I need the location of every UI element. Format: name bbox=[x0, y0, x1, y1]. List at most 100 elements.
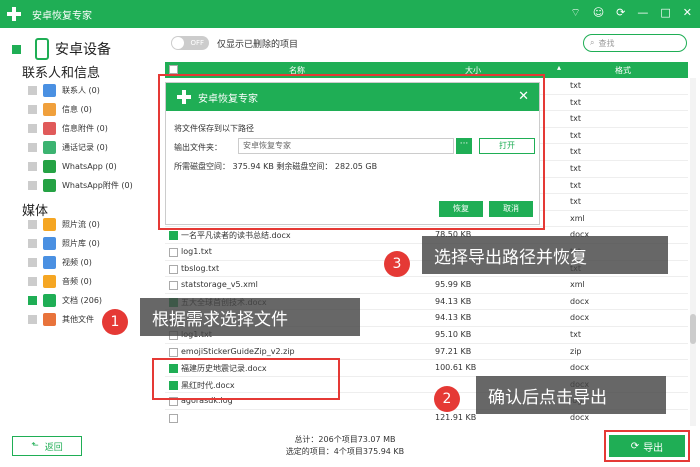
sidebar-item-label: 信息附件 (0) bbox=[62, 124, 108, 133]
window-controls: ⌔ ☺ ⟳ — □ ✕ bbox=[570, 6, 692, 20]
sidebar-item-checkbox[interactable] bbox=[28, 296, 37, 305]
close-icon[interactable]: ✕ bbox=[683, 6, 692, 20]
category-icon bbox=[43, 122, 56, 135]
sidebar-item-label: 照片流 (0) bbox=[62, 220, 100, 229]
sidebar-item[interactable]: 通话记录 (0) bbox=[28, 141, 108, 154]
back-button[interactable]: ⬑ 返回 bbox=[12, 436, 82, 456]
sidebar-item-checkbox[interactable] bbox=[28, 124, 37, 133]
scrollbar[interactable] bbox=[690, 78, 696, 426]
wifi-icon[interactable]: ⌔ bbox=[570, 6, 580, 20]
row-checkbox[interactable] bbox=[169, 347, 178, 357]
deleted-only-toggle[interactable]: OFF bbox=[171, 36, 209, 50]
export-label: 导出 bbox=[643, 442, 664, 454]
file-size: 94.13 KB bbox=[435, 313, 472, 323]
sidebar-item[interactable]: 音频 (0) bbox=[28, 275, 92, 288]
title-bar: 安卓恢复专家 ⌔ ☺ ⟳ — □ ✕ bbox=[0, 0, 700, 28]
sidebar-item[interactable]: 其他文件 bbox=[28, 313, 94, 326]
dialog-close-icon[interactable]: ✕ bbox=[518, 89, 529, 104]
category-icon bbox=[43, 256, 56, 269]
file-format: txt bbox=[570, 130, 582, 140]
table-row[interactable]: statstorage_v5.xml 95.99 KB xml bbox=[165, 277, 688, 294]
restore-button[interactable]: 恢复 bbox=[439, 201, 483, 217]
step-2-badge: 2 bbox=[434, 386, 460, 412]
sidebar-item[interactable]: WhatsApp附件 (0) bbox=[28, 179, 133, 192]
section-contacts-messages: 联系人和信息 bbox=[22, 66, 101, 81]
file-format: xml bbox=[570, 213, 585, 223]
step-1-badge: 1 bbox=[102, 309, 128, 335]
file-format: txt bbox=[570, 81, 582, 90]
sidebar-item[interactable]: 信息附件 (0) bbox=[28, 122, 108, 135]
app-logo-icon bbox=[6, 6, 22, 22]
sidebar-item[interactable]: 照片库 (0) bbox=[28, 237, 100, 250]
file-format: txt bbox=[570, 197, 582, 207]
sidebar-item[interactable]: 照片流 (0) bbox=[28, 218, 100, 231]
sidebar-item-label: 联系人 (0) bbox=[62, 86, 100, 95]
export-button[interactable]: ⟳ 导出 bbox=[609, 435, 685, 457]
device-item[interactable]: 安卓设备 bbox=[12, 38, 111, 60]
chat-icon[interactable]: ☺ bbox=[593, 6, 604, 20]
row-checkbox[interactable] bbox=[169, 414, 178, 423]
file-format: docx bbox=[570, 296, 590, 306]
row-checkbox[interactable] bbox=[169, 248, 178, 257]
callout-2: 确认后点击导出 bbox=[476, 376, 666, 414]
file-format: txt bbox=[570, 147, 582, 157]
dialog-prompt: 将文件保存到以下路径 bbox=[174, 124, 254, 133]
callout-1-text: 根据需求选择文件 bbox=[152, 309, 288, 330]
dialog-logo-icon bbox=[176, 89, 192, 105]
file-size: 94.13 KB bbox=[435, 296, 472, 306]
output-path-field[interactable]: 安卓恢复专家 bbox=[238, 138, 454, 154]
file-format: zip bbox=[570, 346, 582, 356]
callout-1: 根据需求选择文件 bbox=[140, 298, 360, 336]
sidebar-item-checkbox[interactable] bbox=[28, 239, 37, 248]
open-folder-button[interactable]: 打开 bbox=[479, 138, 535, 154]
sidebar-item-checkbox[interactable] bbox=[28, 258, 37, 267]
sidebar-item[interactable]: WhatsApp (0) bbox=[28, 160, 117, 173]
section-media: 媒体 bbox=[22, 204, 49, 219]
file-format: docx bbox=[570, 413, 590, 422]
output-folder-label: 输出文件夹： bbox=[174, 143, 222, 152]
sidebar-item-checkbox[interactable] bbox=[28, 86, 37, 95]
column-format-header[interactable]: 格式 bbox=[615, 65, 631, 76]
file-format: txt bbox=[570, 180, 582, 190]
select-all-checkbox[interactable] bbox=[169, 65, 178, 74]
maximize-icon[interactable]: □ bbox=[660, 6, 670, 20]
sidebar-item-checkbox[interactable] bbox=[28, 105, 37, 114]
category-icon bbox=[43, 84, 56, 97]
file-format: xml bbox=[570, 280, 585, 290]
search-input[interactable]: ⌕ 查找 bbox=[583, 34, 687, 52]
scrollbar-thumb[interactable] bbox=[690, 314, 696, 344]
sidebar-item-checkbox[interactable] bbox=[28, 181, 37, 190]
sidebar-item[interactable]: 信息 (0) bbox=[28, 103, 92, 116]
output-path-value: 安卓恢复专家 bbox=[243, 141, 291, 150]
file-format: docx bbox=[570, 363, 590, 373]
browse-button[interactable]: ··· bbox=[456, 138, 472, 154]
minimize-icon[interactable]: — bbox=[637, 6, 648, 20]
sidebar-item-checkbox[interactable] bbox=[28, 315, 37, 324]
dialog-title: 安卓恢复专家 bbox=[198, 93, 258, 105]
callout-3-text: 选择导出路径并恢复 bbox=[434, 247, 587, 268]
step-3-badge: 3 bbox=[384, 251, 410, 277]
file-size: 97.21 KB bbox=[435, 346, 472, 356]
file-name: log1.txt bbox=[181, 247, 212, 256]
category-icon bbox=[43, 313, 56, 326]
row-checkbox[interactable] bbox=[169, 281, 178, 291]
sidebar-item-checkbox[interactable] bbox=[28, 220, 37, 229]
category-icon bbox=[43, 294, 56, 307]
file-size: 100.61 KB bbox=[435, 363, 477, 373]
restore-icon[interactable]: ⟳ bbox=[616, 6, 625, 20]
sidebar-item[interactable]: 视频 (0) bbox=[28, 256, 92, 269]
row-checkbox[interactable] bbox=[169, 231, 178, 241]
cancel-button[interactable]: 取消 bbox=[489, 201, 533, 217]
sidebar-item-checkbox[interactable] bbox=[28, 277, 37, 286]
status-total: 总计：206个项目73.07 MB bbox=[294, 435, 396, 444]
device-checkbox[interactable] bbox=[12, 44, 21, 54]
sidebar-item[interactable]: 联系人 (0) bbox=[28, 84, 100, 97]
sidebar-item-checkbox[interactable] bbox=[28, 162, 37, 171]
file-size: 121.91 KB bbox=[435, 413, 477, 422]
callout-3: 选择导出路径并恢复 bbox=[422, 236, 668, 274]
row-checkbox[interactable] bbox=[169, 264, 178, 274]
sidebar-item[interactable]: 文档 (206) bbox=[28, 294, 102, 307]
file-format: txt bbox=[570, 330, 582, 339]
file-name: tbslog.txt bbox=[181, 263, 220, 273]
sidebar-item-checkbox[interactable] bbox=[28, 143, 37, 152]
